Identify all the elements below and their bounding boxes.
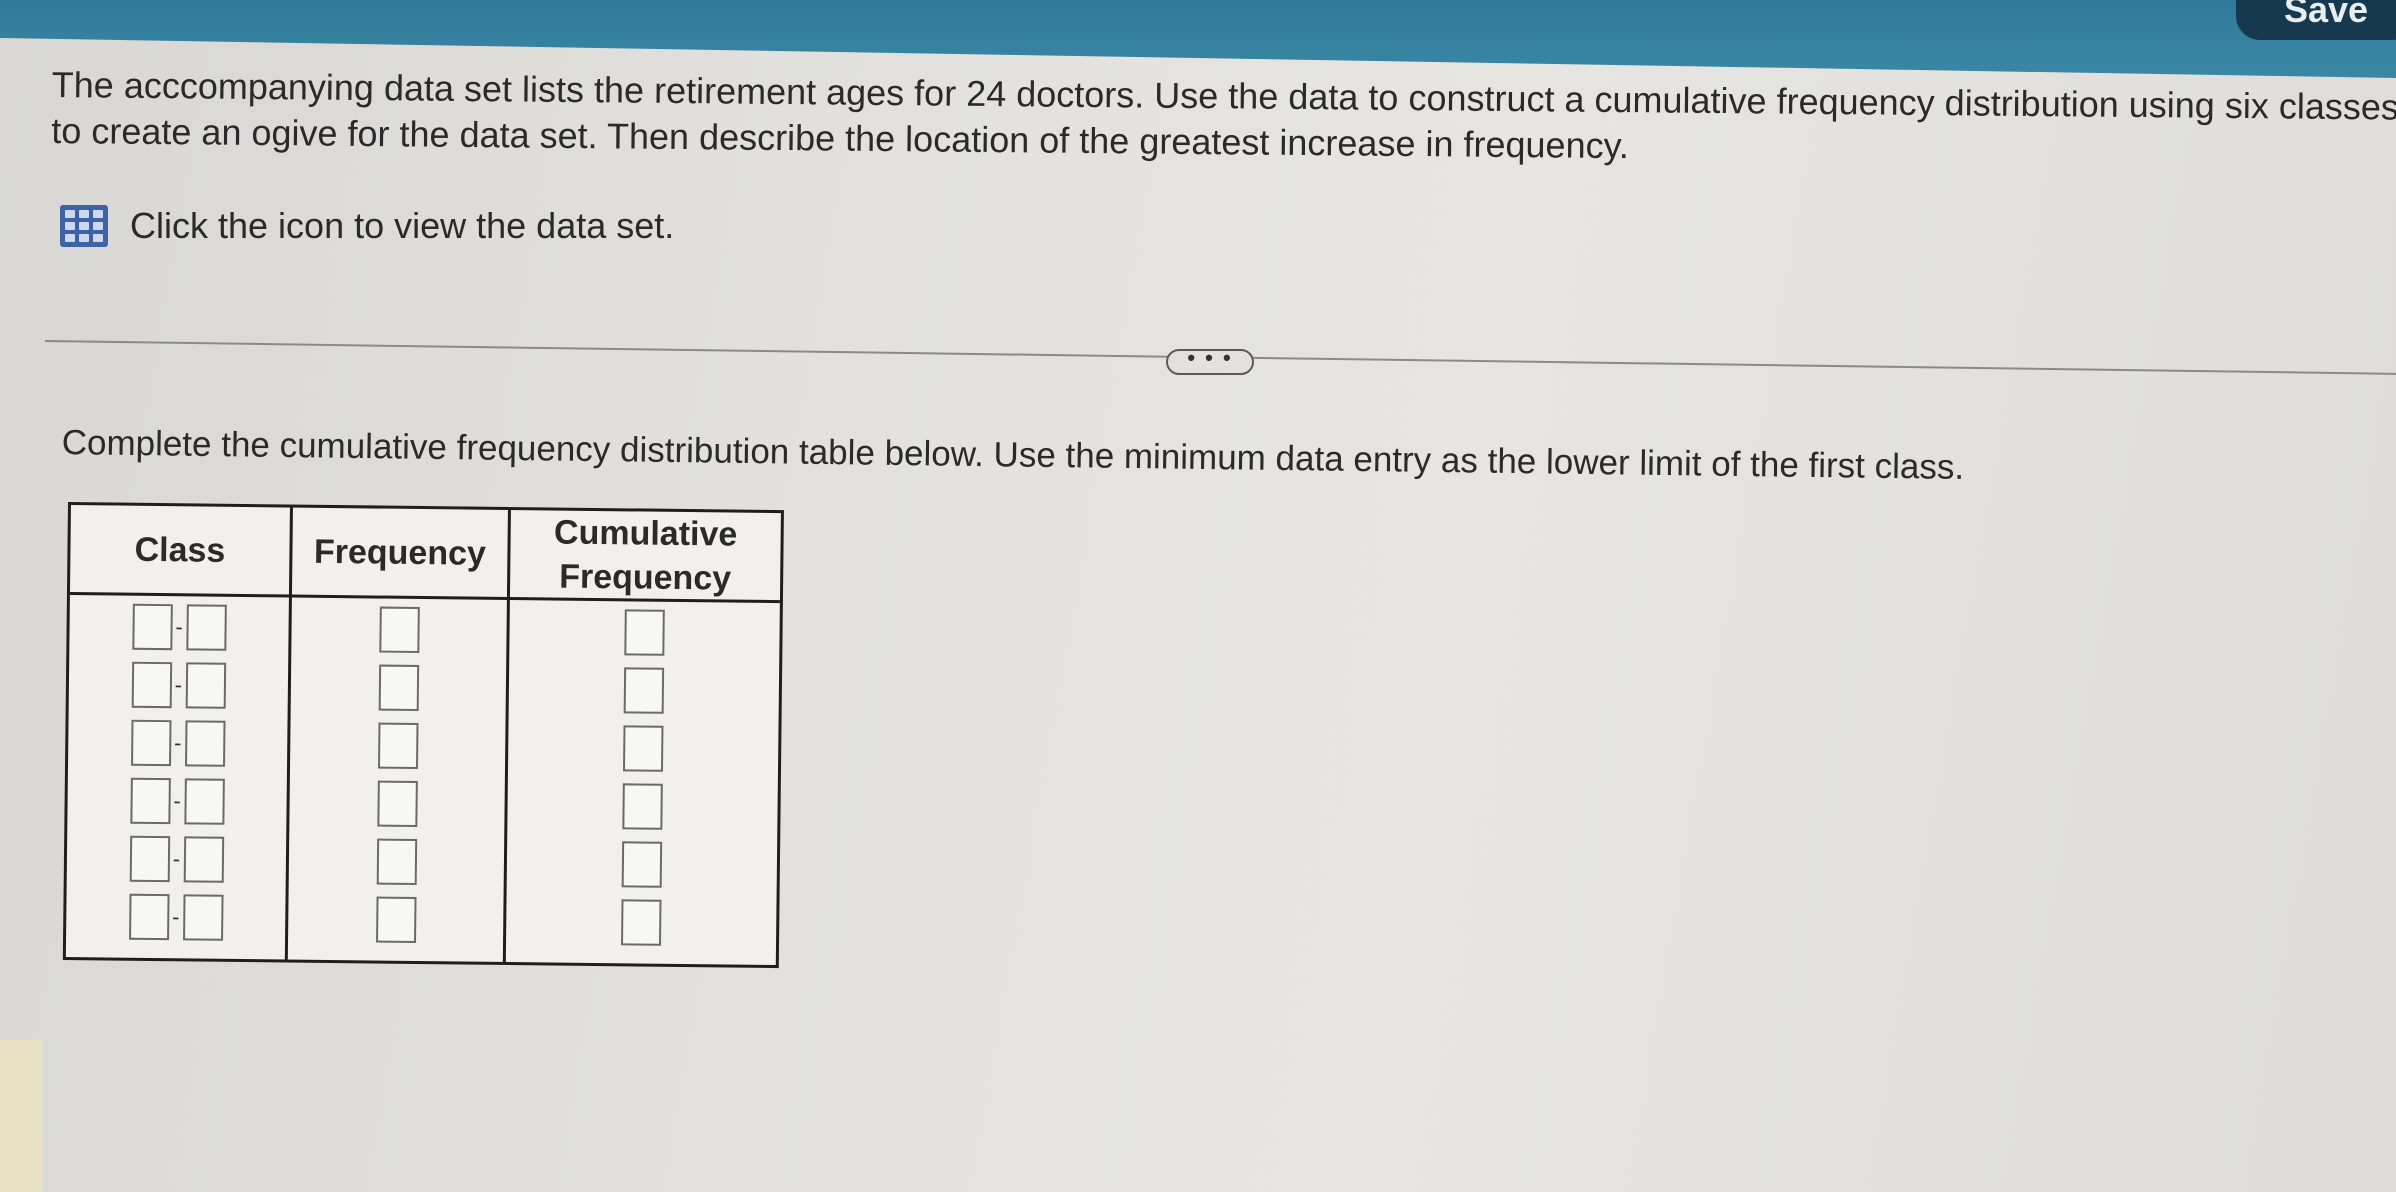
class-upper-input[interactable] xyxy=(185,604,227,651)
header-frequency: Frequency xyxy=(291,507,511,601)
class-row: - xyxy=(128,893,224,941)
frequency-input[interactable] xyxy=(376,838,417,885)
class-lower-input[interactable] xyxy=(131,603,173,651)
cumulative-frequency-input[interactable] xyxy=(621,841,663,888)
class-upper-input[interactable] xyxy=(183,778,225,825)
class-separator: - xyxy=(175,614,183,640)
class-row: - xyxy=(131,661,226,709)
class-upper-input[interactable] xyxy=(184,720,226,767)
cumulative-frequency-input[interactable] xyxy=(621,899,662,946)
frequency-input[interactable] xyxy=(375,896,417,943)
class-lower-input[interactable] xyxy=(128,893,170,941)
cumulative-frequency-input[interactable] xyxy=(624,609,665,656)
cumulative-frequency-input[interactable] xyxy=(623,667,665,714)
class-separator: - xyxy=(173,788,181,814)
data-table-icon[interactable] xyxy=(60,205,108,247)
cumulative-frequency-column xyxy=(506,600,780,965)
class-lower-input[interactable] xyxy=(130,719,172,767)
expand-more-button[interactable]: • • • xyxy=(1166,347,1254,375)
instruction-text: Complete the cumulative frequency distri… xyxy=(61,423,1965,487)
view-dataset-link[interactable]: Click the icon to view the data set. xyxy=(60,205,674,247)
frequency-input[interactable] xyxy=(376,780,418,827)
cumulative-frequency-input[interactable] xyxy=(622,725,664,772)
class-upper-input[interactable] xyxy=(185,662,226,709)
class-lower-input[interactable] xyxy=(131,661,172,709)
question-text: The acccompanying data set lists the ret… xyxy=(51,62,2396,177)
class-separator: - xyxy=(173,730,182,756)
class-upper-input[interactable] xyxy=(183,836,224,883)
view-dataset-label[interactable]: Click the icon to view the data set. xyxy=(130,205,674,247)
frequency-input[interactable] xyxy=(378,664,419,711)
left-edge-strip xyxy=(0,1040,42,1192)
class-lower-input[interactable] xyxy=(129,777,171,825)
class-separator: - xyxy=(171,904,180,930)
cumulative-frequency-table: Class Frequency Cumulative Frequency - - … xyxy=(62,502,784,969)
class-row: - xyxy=(130,719,226,767)
class-row: - xyxy=(131,603,227,651)
header-class: Class xyxy=(69,505,293,598)
save-button[interactable]: Save xyxy=(2236,0,2396,40)
frequency-column xyxy=(287,597,510,962)
cumulative-frequency-input[interactable] xyxy=(622,783,663,830)
class-separator: - xyxy=(174,672,183,698)
class-upper-input[interactable] xyxy=(182,894,224,941)
frequency-input[interactable] xyxy=(377,722,419,769)
class-row: - xyxy=(129,777,225,825)
class-column: - - - - - - xyxy=(65,595,292,960)
header-cumulative-frequency: Cumulative Frequency xyxy=(509,510,781,604)
frequency-input[interactable] xyxy=(378,606,420,653)
class-separator: - xyxy=(172,846,181,872)
class-row: - xyxy=(129,835,224,883)
class-lower-input[interactable] xyxy=(129,835,170,883)
